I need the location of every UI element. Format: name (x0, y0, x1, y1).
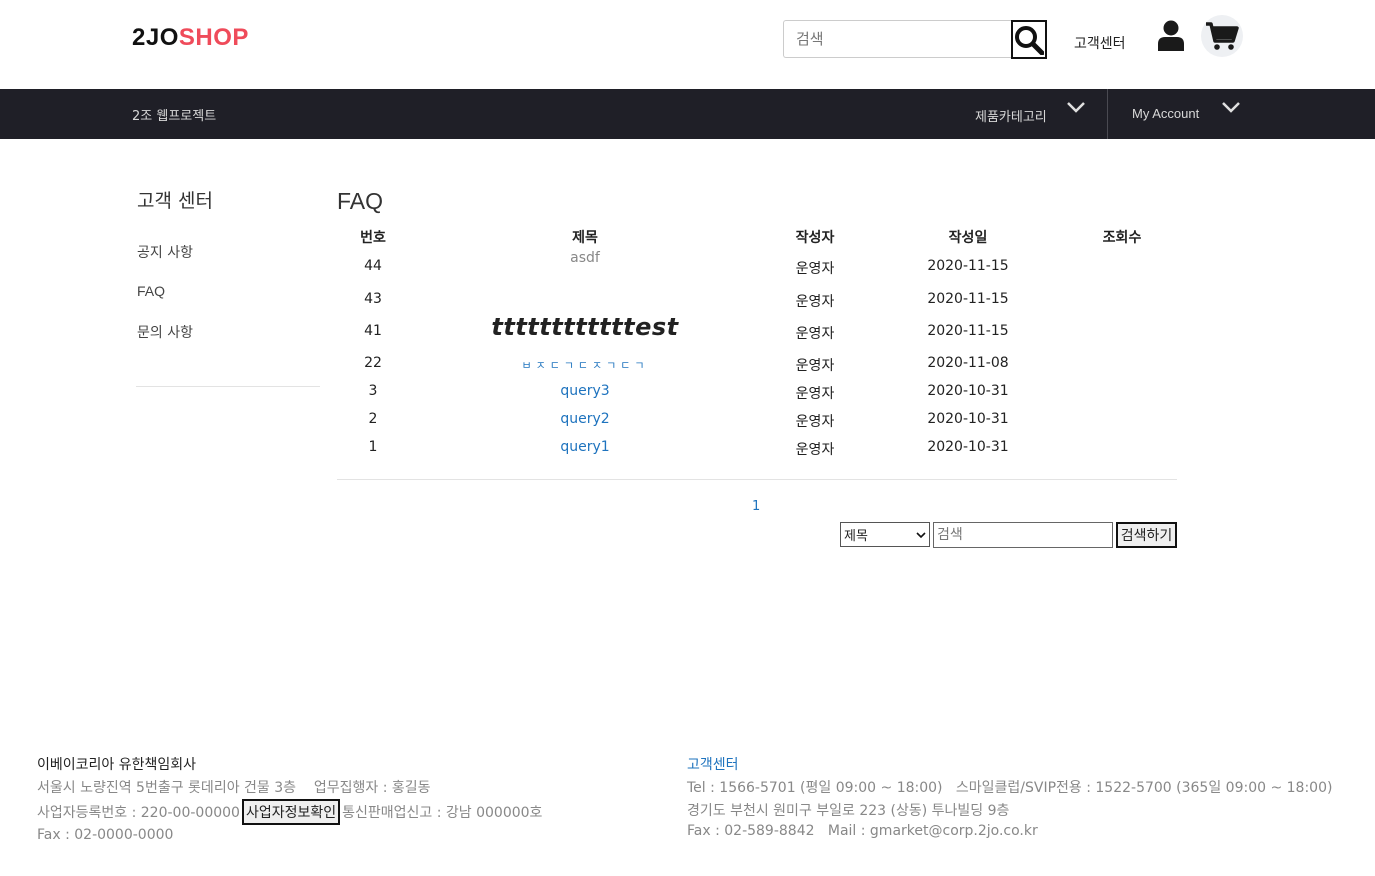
chevron-down-icon[interactable] (1221, 99, 1241, 115)
footer-tel: Tel : 1566-5701 (평일 09:00 ~ 18:00) 스마일클럽… (687, 780, 1333, 796)
row-date: 2020-11-08 (927, 355, 1009, 371)
row-writer: 운영자 (795, 386, 835, 402)
board-search-input[interactable]: 검색 (933, 522, 1113, 548)
row-number: 22 (364, 355, 382, 371)
nav-divider (1107, 89, 1108, 139)
search-button[interactable] (1011, 20, 1047, 59)
nav-title[interactable]: 2조 웹프로젝트 (132, 105, 216, 124)
header: 2JOSHOP 검색 고객센터 (0, 0, 1375, 89)
row-number: 44 (364, 258, 382, 274)
row-title-link[interactable]: query1 (560, 439, 609, 455)
row-writer: 운영자 (795, 261, 835, 277)
row-title-link[interactable]: ttttttttttttest (491, 313, 678, 341)
logo-text-b: SHOP (178, 24, 249, 51)
row-number: 2 (368, 411, 378, 427)
footer-ceo: 업무집행자 : 홍길동 (313, 780, 431, 796)
row-title-link[interactable]: ㅂㅈㄷㄱㄷㅈㄱㄷㄱ (521, 357, 648, 373)
row-number: 43 (364, 291, 382, 307)
footer-biz-no: 사업자등록번호 : 220-00-00000 (37, 805, 240, 821)
column-header-date: 작성일 (948, 230, 988, 246)
sidebar-title: 고객 센터 (137, 190, 213, 212)
row-number: 1 (368, 439, 378, 455)
board-search-button[interactable]: 검색하기 (1116, 522, 1177, 548)
row-date: 2020-10-31 (927, 439, 1009, 455)
footer-address: 서울시 노량진역 5번출구 롯데리아 건물 3층 업무집행자 : 홍길동 (37, 777, 431, 797)
row-writer: 운영자 (795, 326, 835, 342)
chevron-down-icon[interactable] (1066, 99, 1086, 115)
column-header-no: 번호 (360, 230, 386, 246)
column-header-writer: 작성자 (795, 230, 835, 246)
row-title-link[interactable]: query2 (560, 411, 609, 427)
row-number: 41 (364, 323, 382, 339)
row-date: 2020-11-15 (927, 291, 1009, 307)
row-writer: 운영자 (795, 294, 835, 310)
row-writer: 운영자 (795, 414, 835, 430)
footer-company: 이베이코리아 유한책임회사 (37, 757, 197, 773)
search-field-select[interactable]: 제목 (840, 522, 930, 547)
footer-fax: Fax : 02-0000-0000 (37, 827, 174, 843)
logo[interactable]: 2JOSHOP (132, 24, 249, 52)
row-title-link[interactable]: asdf (570, 250, 600, 266)
chevron-down-icon (916, 531, 926, 538)
sidebar-item-faq[interactable]: FAQ (137, 283, 165, 299)
nav-category-menu[interactable]: 제품카테고리 (975, 106, 1047, 125)
pagination-page[interactable]: 1 (752, 499, 760, 514)
search-input[interactable]: 검색 (783, 20, 1013, 58)
search-field-value: 제목 (844, 529, 868, 544)
row-date: 2020-10-31 (927, 383, 1009, 399)
footer-fax-mail: Fax : 02-589-8842 Mail : gmarket@corp.2j… (687, 823, 1038, 839)
page-title: FAQ (337, 188, 384, 214)
footer-mail-order: 통신판매업신고 : 강남 000000호 (342, 805, 543, 821)
footer-address2: 경기도 부천시 원미구 부일로 223 (상동) 투나빌딩 9층 (687, 803, 1010, 819)
customer-center-link[interactable]: 고객센터 (1074, 33, 1126, 53)
column-header-title: 제목 (572, 230, 598, 246)
nav-account-menu[interactable]: My Account (1132, 106, 1199, 121)
logo-text-a: 2JO (132, 24, 179, 51)
row-date: 2020-11-15 (927, 258, 1009, 274)
cart-button[interactable] (1201, 15, 1243, 57)
footer-cs-title[interactable]: 고객센터 (687, 754, 739, 774)
sidebar-divider (136, 386, 320, 387)
user-icon[interactable] (1157, 20, 1185, 52)
biz-info-button[interactable]: 사업자정보확인 (241, 799, 341, 825)
row-title-link[interactable]: query3 (560, 383, 609, 399)
row-date: 2020-10-31 (927, 411, 1009, 427)
row-number: 3 (368, 383, 378, 399)
row-date: 2020-11-15 (927, 323, 1009, 339)
row-writer: 운영자 (795, 358, 835, 374)
sidebar-item-notice[interactable]: 공지 사항 (137, 242, 193, 262)
row-writer: 운영자 (795, 442, 835, 458)
search-icon (1015, 25, 1044, 55)
column-header-views: 조회수 (1102, 230, 1142, 246)
nav-bar: 2조 웹프로젝트 제품카테고리 My Account (0, 89, 1375, 139)
footer-address-text: 서울시 노량진역 5번출구 롯데리아 건물 3층 (37, 780, 297, 796)
cart-icon (1206, 22, 1239, 50)
table-bottom-divider (337, 479, 1177, 480)
footer-biz-line: 사업자등록번호 : 220-00-00000 사업자정보확인 통신판매업신고 : 강… (37, 799, 542, 825)
sidebar-item-inquiry[interactable]: 문의 사항 (137, 322, 193, 342)
